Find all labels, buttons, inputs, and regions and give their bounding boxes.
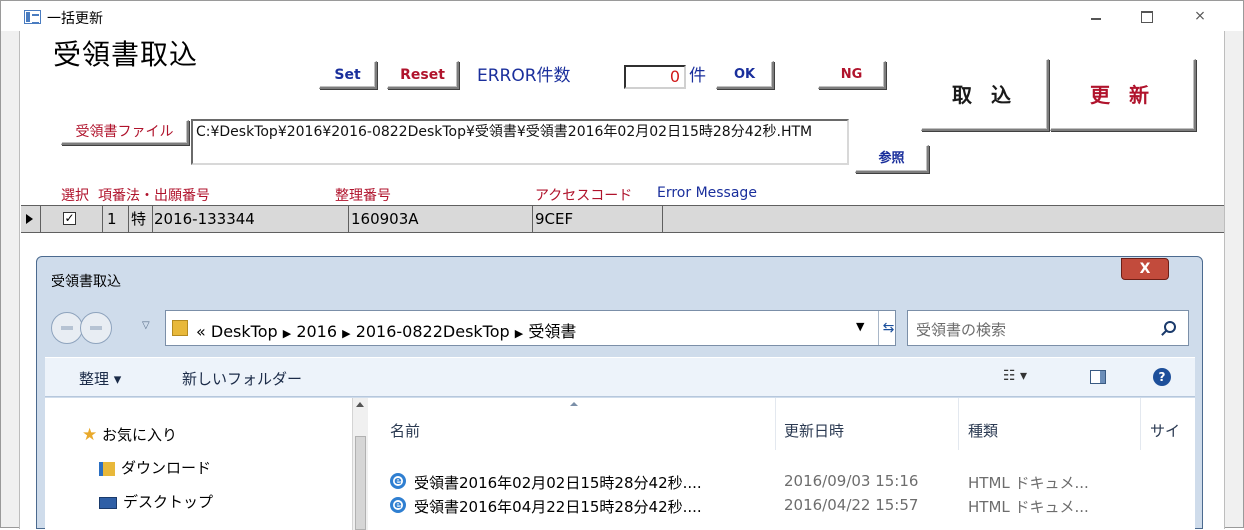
new-folder-button[interactable]: 新しいフォルダー <box>182 368 302 389</box>
nav-item-label: デスクトップ <box>123 493 214 511</box>
breadcrumb-item[interactable]: 2016 <box>296 322 337 341</box>
ref-no-cell: 160903A <box>349 206 533 232</box>
header-date[interactable]: 更新日時 <box>784 420 844 441</box>
select-checkbox[interactable]: ✓ <box>63 212 76 225</box>
minimize-icon[interactable] <box>1086 7 1106 25</box>
sort-ascending-icon <box>570 402 578 406</box>
col-select: 選択 <box>61 188 89 204</box>
navigation-pane: ★ お気に入り ダウンロード デスクトップ <box>45 398 352 530</box>
browse-button[interactable]: 参照 <box>855 145 929 173</box>
select-cell[interactable]: ✓ <box>41 206 103 232</box>
nav-item-desktop[interactable]: デスクトップ <box>99 491 213 512</box>
ng-button[interactable]: NG <box>818 61 886 89</box>
dialog-title: 受領書取込 <box>51 274 121 290</box>
title-bar: 一括更新 ⨯ <box>1 1 1243 31</box>
close-icon[interactable]: ⨯ <box>1190 7 1210 25</box>
access-window: 一括更新 ⨯ 受領書取込 Set Reset ERROR件数 0 件 OK NG… <box>0 0 1244 530</box>
forward-button[interactable] <box>80 312 112 344</box>
folder-icon <box>172 320 188 336</box>
column-divider[interactable] <box>1140 398 1141 450</box>
header-size[interactable]: サイ <box>1150 420 1180 441</box>
row-selector[interactable] <box>21 206 41 232</box>
col-error-message: Error Message <box>657 185 757 201</box>
reset-button[interactable]: Reset <box>387 61 459 89</box>
file-name: 受領書2016年02月02日15時28分42秒.... <box>414 474 702 492</box>
list-item[interactable]: e 受領書2016年02月02日15時28分42秒.... 2016/09/03… <box>368 470 1195 494</box>
breadcrumb-item[interactable]: 受領書 <box>528 322 576 341</box>
file-path-field[interactable]: C:¥DeskTop¥2016¥2016-0822DeskTop¥受領書¥受領書… <box>191 119 849 165</box>
window-title: 一括更新 <box>47 11 103 27</box>
pointer-icon <box>26 214 33 224</box>
col-ref-no: 整理番号 <box>335 188 391 204</box>
scroll-thumb[interactable] <box>355 436 366 530</box>
receipt-file-button[interactable]: 受領書ファイル <box>61 120 189 145</box>
update-button[interactable]: 更 新 <box>1050 59 1196 131</box>
count-unit-label: 件 <box>689 66 706 86</box>
error-count-field: 0 <box>624 65 686 89</box>
chevron-right-icon[interactable]: ▶ <box>283 327 291 340</box>
col-law-app-no: 法・出願番号 <box>126 188 210 204</box>
file-date: 2016/09/03 15:16 <box>784 472 919 490</box>
breadcrumb-item[interactable]: DeskTop <box>211 322 278 341</box>
header-type[interactable]: 種類 <box>968 420 998 441</box>
file-list: 名前 更新日時 種類 サイ e 受領書2016年02月02日15時28分42秒.… <box>368 398 1195 530</box>
dialog-toolbar: 整理 ▾ 新しいフォルダー ☷ ▾ ? <box>45 357 1195 397</box>
view-options-icon[interactable]: ☷ ▾ <box>1003 368 1027 384</box>
address-dropdown-icon[interactable]: ▼ <box>856 320 864 333</box>
law-cell: 特 <box>129 206 153 232</box>
set-button[interactable]: Set <box>319 61 377 89</box>
import-button[interactable]: 取 込 <box>921 59 1049 131</box>
page-title: 受領書取込 <box>53 38 199 71</box>
search-icon[interactable] <box>1164 321 1176 333</box>
app-no-cell: 2016-133344 <box>153 206 349 232</box>
downloads-icon <box>99 461 115 476</box>
back-button[interactable] <box>51 312 83 344</box>
error-message-cell <box>663 206 1222 232</box>
column-divider[interactable] <box>958 398 959 450</box>
maximize-icon[interactable] <box>1137 7 1157 25</box>
dialog-close-button[interactable]: X <box>1121 258 1169 280</box>
search-input[interactable]: 受領書の検索 <box>907 310 1189 346</box>
col-access-code: アクセスコード <box>535 188 633 204</box>
column-divider[interactable] <box>775 398 776 450</box>
table-row[interactable]: ✓ 1 特 2016-133344 160903A 9CEF <box>21 205 1224 233</box>
html-file-icon: e <box>390 497 406 513</box>
nav-item-downloads[interactable]: ダウンロード <box>99 457 211 478</box>
refresh-icon[interactable]: ⇆ <box>878 311 898 345</box>
access-code-cell: 9CEF <box>533 206 663 232</box>
chevron-right-icon[interactable]: ▶ <box>342 327 350 340</box>
error-count-label: ERROR件数 <box>477 66 571 86</box>
desktop-icon <box>99 496 117 509</box>
breadcrumb[interactable]: « DeskTop ▶ 2016 ▶ 2016-0822DeskTop ▶ 受領… <box>196 318 576 342</box>
html-file-icon: e <box>390 473 406 489</box>
help-icon[interactable]: ? <box>1153 368 1171 386</box>
scroll-up-icon[interactable] <box>356 402 364 407</box>
file-date: 2016/04/22 15:57 <box>784 496 919 514</box>
organize-menu[interactable]: 整理 ▾ <box>79 368 121 389</box>
history-chevron-icon[interactable]: ▽ <box>142 320 150 331</box>
ok-button[interactable]: OK <box>716 61 774 89</box>
item-no-cell: 1 <box>103 206 129 232</box>
nav-item-favorites[interactable]: ★ お気に入り <box>82 424 177 445</box>
breadcrumb-overflow[interactable]: « <box>196 322 206 341</box>
nav-item-label: ダウンロード <box>121 459 212 477</box>
search-placeholder: 受領書の検索 <box>916 321 1007 339</box>
breadcrumb-item[interactable]: 2016-0822DeskTop <box>356 322 510 341</box>
star-icon: ★ <box>82 425 98 445</box>
nav-item-label: お気に入り <box>102 426 178 444</box>
form-icon <box>24 10 41 24</box>
file-type: HTML ドキュメ... <box>968 474 1089 492</box>
file-dialog: 受領書取込 X ▽ « DeskTop ▶ 2016 ▶ 2016-0822De… <box>36 256 1203 530</box>
list-item[interactable]: e 受領書2016年04月22日15時28分42秒.... 2016/04/22… <box>368 494 1195 518</box>
address-bar[interactable]: « DeskTop ▶ 2016 ▶ 2016-0822DeskTop ▶ 受領… <box>165 310 896 346</box>
file-type: HTML ドキュメ... <box>968 498 1089 516</box>
preview-pane-icon[interactable] <box>1090 370 1106 384</box>
chevron-right-icon[interactable]: ▶ <box>515 327 523 340</box>
nav-scrollbar[interactable] <box>352 398 368 530</box>
header-name[interactable]: 名前 <box>390 420 420 441</box>
file-name: 受領書2016年04月22日15時28分42秒.... <box>414 498 702 516</box>
col-item-no: 項番 <box>98 188 126 204</box>
